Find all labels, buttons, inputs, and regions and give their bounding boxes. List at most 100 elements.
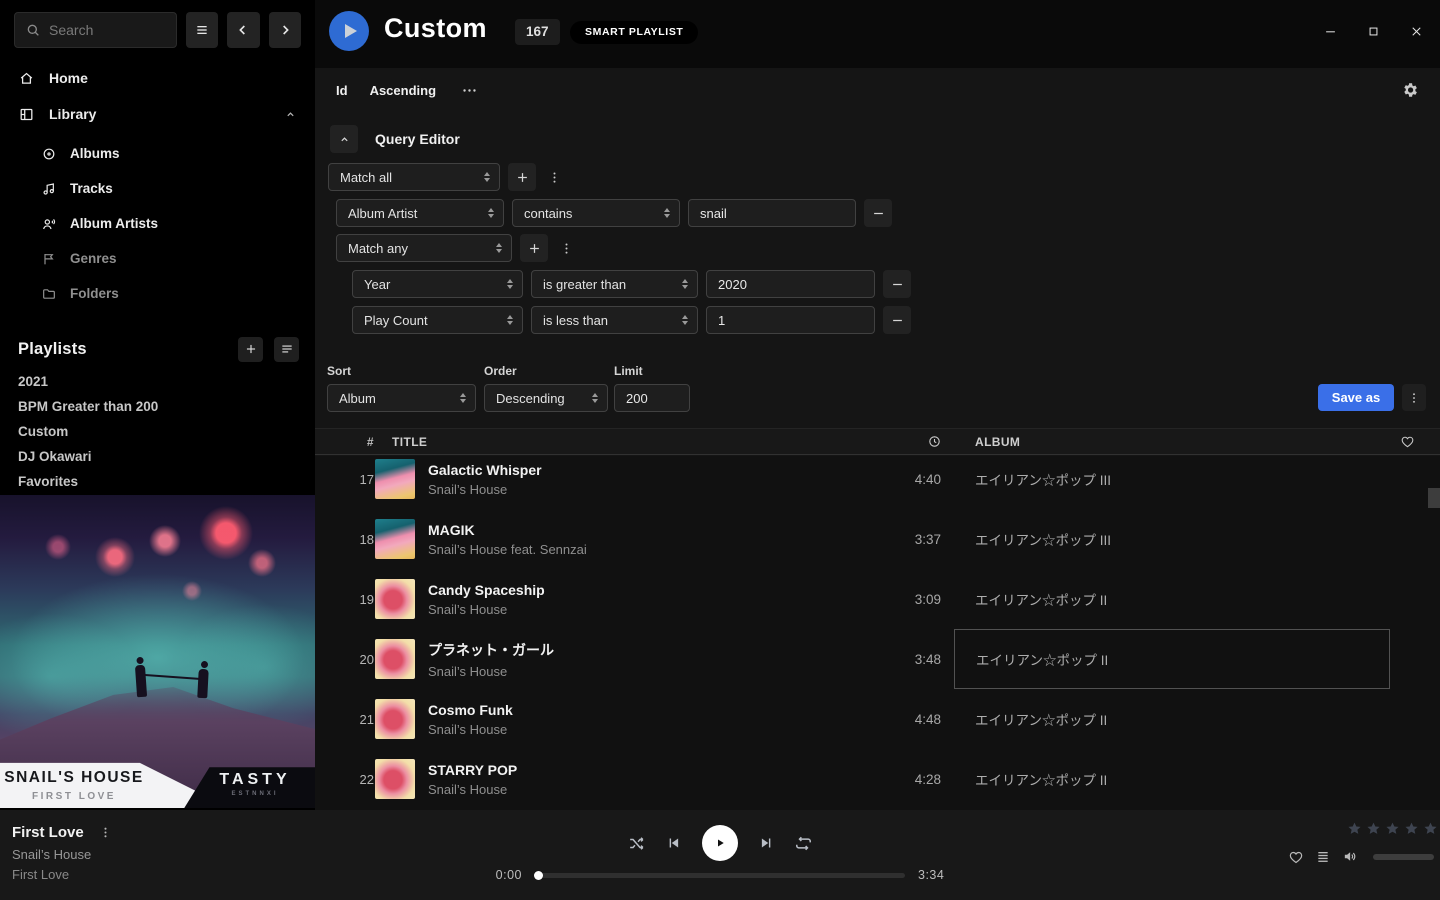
now-playing-artist[interactable]: Snail’s House [12, 847, 112, 862]
now-playing-album[interactable]: First Love [12, 867, 112, 882]
playlist-item[interactable]: Favorites [0, 469, 315, 494]
sort-direction-button[interactable]: Ascending [370, 83, 436, 98]
star-icon[interactable] [1423, 821, 1438, 836]
sidebar-item-albums[interactable]: Albums [0, 136, 315, 171]
group-options-kebab-icon[interactable] [556, 234, 576, 262]
window-maximize-button[interactable] [1366, 24, 1381, 39]
rule-operator-select[interactable]: contains [512, 199, 680, 227]
save-as-button[interactable]: Save as [1318, 384, 1394, 411]
table-row[interactable]: 18 MAGIKSnail’s House feat. Sennzai 3:37… [315, 509, 1440, 569]
elapsed-time: 0:00 [478, 868, 522, 882]
more-options-icon[interactable] [461, 82, 478, 99]
now-playing-kebab-icon[interactable] [99, 826, 112, 839]
previous-track-icon[interactable] [665, 834, 683, 852]
sidebar-item-album-artists[interactable]: Album Artists [0, 206, 315, 241]
rule-field-select[interactable]: Play Count [352, 306, 523, 334]
seek-handle[interactable] [534, 871, 543, 880]
track-title: STARRY POP [428, 762, 517, 778]
chevron-right-icon [277, 22, 293, 38]
query-rule-row: Play Count is less than [352, 306, 911, 334]
window-close-button[interactable] [1409, 24, 1424, 39]
menu-button[interactable] [186, 12, 218, 48]
playlist-item[interactable]: BPM Greater than 200 [0, 394, 315, 419]
settings-gear-icon[interactable] [1401, 81, 1419, 99]
volume-slider[interactable] [1373, 854, 1434, 860]
sidebar-item-library[interactable]: Library [0, 96, 315, 132]
table-row[interactable]: 20 プラネット・ガールSnail’s House 3:48 エイリアン☆ポップ… [315, 629, 1440, 689]
column-header-index[interactable]: # [330, 435, 374, 449]
window-minimize-button[interactable] [1323, 24, 1338, 39]
chevron-up-icon[interactable] [284, 108, 297, 121]
playback-controls [627, 825, 813, 861]
order-select[interactable]: Descending [484, 384, 608, 412]
star-icon[interactable] [1404, 821, 1419, 836]
sort-field-button[interactable]: Id [336, 83, 348, 98]
table-row[interactable]: 17 Galactic WhisperSnail’s House 4:40 エイ… [315, 456, 1440, 509]
sort-select[interactable]: Album [327, 384, 476, 412]
remove-rule-button[interactable] [883, 270, 911, 298]
favorite-column-heart-icon[interactable] [1390, 434, 1425, 449]
next-track-icon[interactable] [757, 834, 775, 852]
rule-field-select[interactable]: Year [352, 270, 523, 298]
duration-clock-icon[interactable] [874, 434, 954, 449]
sidebar: Home Library Albums Tracks Album Artists… [0, 0, 315, 810]
playlist-item[interactable]: 2021 [0, 369, 315, 394]
playlist-item[interactable]: Custom [0, 419, 315, 444]
add-rule-button[interactable] [508, 163, 536, 191]
remove-rule-button[interactable] [883, 306, 911, 334]
volume-icon[interactable] [1342, 848, 1359, 865]
rule-operator-select[interactable]: is greater than [531, 270, 698, 298]
track-duration: 4:28 [874, 772, 954, 787]
nav-back-button[interactable] [227, 12, 259, 48]
track-album-focused-cell[interactable]: エイリアン☆ポップ II [954, 629, 1390, 689]
column-header-album[interactable]: ALBUM [954, 435, 1390, 449]
sidebar-item-label: Genres [70, 251, 117, 266]
nav-forward-button[interactable] [269, 12, 301, 48]
favorite-heart-icon[interactable] [1288, 849, 1304, 865]
match-type-select[interactable]: Match all [328, 163, 500, 191]
rule-operator-select[interactable]: is less than [531, 306, 698, 334]
group-options-kebab-icon[interactable] [544, 163, 564, 191]
play-pause-button[interactable] [702, 825, 738, 861]
rule-value-input[interactable] [706, 306, 875, 334]
select-caret-icon [496, 243, 502, 253]
queue-icon[interactable] [1315, 849, 1331, 865]
query-editor-collapse-button[interactable] [330, 125, 358, 153]
search-box[interactable] [14, 12, 177, 48]
sidebar-item-folders[interactable]: Folders [0, 276, 315, 311]
table-row[interactable]: 19 Candy SpaceshipSnail’s House 3:09 エイリ… [315, 569, 1440, 629]
playlist-item[interactable]: DJ Okawari [0, 444, 315, 469]
track-cover-thumbnail [375, 759, 415, 799]
sidebar-item-genres[interactable]: Genres [0, 241, 315, 276]
sidebar-item-home[interactable]: Home [0, 60, 315, 96]
star-icon[interactable] [1347, 821, 1362, 836]
rule-value-input[interactable] [688, 199, 856, 227]
table-row[interactable]: 22 STARRY POPSnail’s House 4:28 エイリアン☆ポッ… [315, 749, 1440, 809]
window-controls [1323, 24, 1424, 39]
sidebar-item-tracks[interactable]: Tracks [0, 171, 315, 206]
repeat-icon[interactable] [794, 834, 813, 853]
scrollbar-thumb[interactable] [1428, 488, 1440, 508]
query-rule-row: Year is greater than [352, 270, 911, 298]
star-icon[interactable] [1385, 821, 1400, 836]
add-playlist-button[interactable] [238, 337, 263, 362]
remove-rule-button[interactable] [864, 199, 892, 227]
save-options-kebab-icon[interactable] [1402, 384, 1426, 411]
query-rule-row: Album Artist contains [336, 199, 892, 227]
add-rule-button[interactable] [520, 234, 548, 262]
rule-field-select[interactable]: Album Artist [336, 199, 504, 227]
match-type-select[interactable]: Match any [336, 234, 512, 262]
track-artist: Snail’s House [428, 722, 513, 737]
limit-input[interactable] [614, 384, 690, 412]
shuffle-icon[interactable] [627, 834, 646, 853]
search-input[interactable] [49, 22, 166, 38]
seek-bar[interactable] [535, 873, 905, 878]
table-row[interactable]: 21 Cosmo FunkSnail’s House 4:48 エイリアン☆ポッ… [315, 689, 1440, 749]
playlist-list-button[interactable] [274, 337, 299, 362]
star-icon[interactable] [1366, 821, 1381, 836]
sidebar-item-label: Albums [70, 146, 120, 161]
play-playlist-button[interactable] [329, 11, 369, 51]
rule-value-input[interactable] [706, 270, 875, 298]
now-playing-title[interactable]: First Love [12, 824, 84, 841]
column-header-title[interactable]: TITLE [374, 435, 874, 449]
